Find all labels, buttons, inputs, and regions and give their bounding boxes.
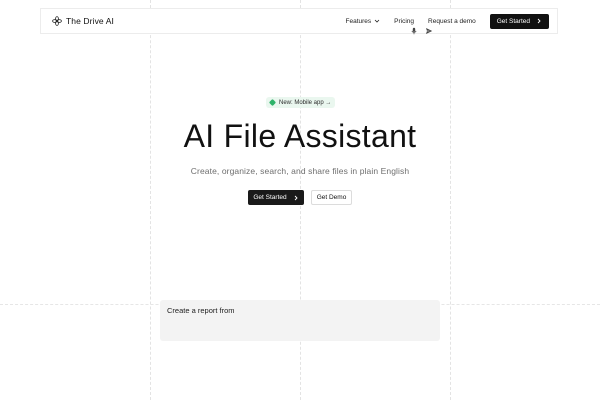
brand-name: The Drive AI (66, 16, 114, 26)
nav-links: Features Pricing Request a demo Get Star… (346, 9, 557, 33)
page-subtitle: Create, organize, search, and share file… (190, 166, 410, 176)
microphone-icon[interactable] (410, 27, 418, 35)
page-title: AI File Assistant (183, 118, 417, 154)
badge-label: New: Mobile app → (279, 99, 332, 106)
nav-link-label: Features (345, 17, 372, 25)
top-nav: The Drive AI Features Pricing Request a … (40, 8, 558, 34)
get-started-button[interactable]: Get Started (248, 190, 304, 205)
chevron-right-icon (293, 195, 299, 201)
nav-link-features[interactable]: Features (346, 18, 381, 25)
diamond-dot-icon (268, 98, 277, 107)
get-demo-button[interactable]: Get Demo (311, 190, 352, 205)
guide-line (450, 0, 451, 400)
guide-line (150, 0, 151, 400)
chevron-right-icon (536, 18, 542, 24)
send-icon[interactable] (425, 27, 433, 35)
button-label: Get Started (253, 194, 287, 201)
brand[interactable]: The Drive AI (52, 16, 114, 26)
button-label: Get Started (496, 17, 530, 25)
logo-flower-icon (52, 16, 62, 26)
nav-link-request-demo[interactable]: Request a demo (428, 18, 476, 25)
chevron-down-icon (374, 18, 380, 24)
prompt-input[interactable]: Create a report from (167, 306, 397, 315)
nav-link-pricing[interactable]: Pricing (394, 18, 414, 25)
page: The Drive AI Features Pricing Request a … (0, 0, 600, 400)
announcement-badge[interactable]: New: Mobile app → (266, 97, 336, 108)
prompt-box[interactable]: Create a report from (160, 300, 440, 341)
nav-get-started-button[interactable]: Get Started (489, 13, 549, 29)
